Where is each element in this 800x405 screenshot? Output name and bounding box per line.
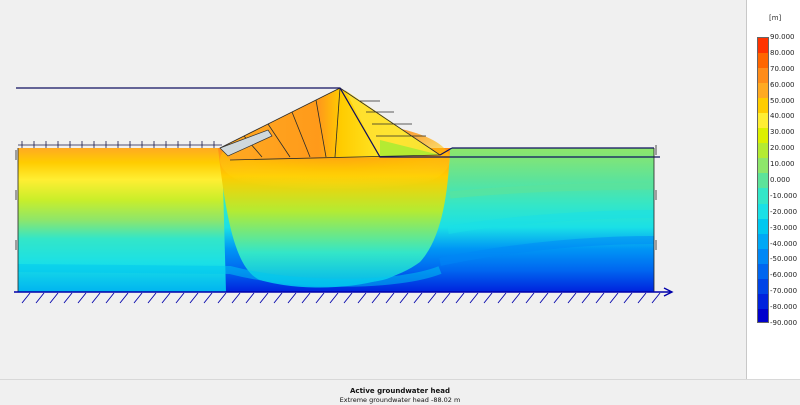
legend-label: 60.000 [770, 80, 795, 89]
legend-swatch [758, 308, 768, 322]
legend-label: -50.000 [770, 255, 798, 264]
caption-title: Active groundwater head [350, 387, 450, 395]
legend-swatch [758, 113, 768, 129]
legend-label: 70.000 [770, 64, 795, 73]
legend-label: 30.000 [770, 128, 795, 137]
legend-swatch [758, 38, 768, 54]
legend-label: -30.000 [770, 223, 798, 232]
legend-swatch [758, 128, 768, 144]
legend-swatch [758, 53, 768, 69]
legend-swatch [758, 68, 768, 84]
legend-label: -40.000 [770, 239, 798, 248]
legend-panel: [m] 90.000 80.000 70.000 60.000 50.000 40.000… [747, 0, 800, 379]
legend-label: -90.000 [770, 319, 798, 327]
legend-swatch [758, 158, 768, 174]
legend-label: 80.000 [770, 48, 795, 57]
surface-boundary [18, 141, 222, 148]
legend-label: 90.000 [770, 33, 795, 41]
legend-swatch [758, 173, 768, 189]
legend-swatch [758, 278, 768, 294]
legend-swatch [758, 98, 768, 114]
caption-area: Active groundwater head Extreme groundwa… [0, 379, 800, 405]
legend-label: -20.000 [770, 207, 798, 216]
legend-label: -60.000 [770, 271, 798, 280]
legend-label: 20.000 [770, 144, 795, 153]
legend-swatch [758, 188, 768, 204]
legend-swatch [758, 143, 768, 159]
legend-label: -10.000 [770, 191, 798, 200]
legend-label: -70.000 [770, 287, 798, 296]
legend-swatch [758, 263, 768, 279]
legend-swatch [758, 218, 768, 234]
model-viewport[interactable] [0, 0, 746, 379]
legend-swatch [758, 203, 768, 219]
dam-embankment [219, 87, 441, 161]
legend-swatch [758, 293, 768, 309]
legend-label: 10.000 [770, 160, 795, 169]
legend-color-bar [757, 37, 769, 323]
groundwater-head-plot [14, 87, 674, 304]
legend-label: 0.000 [770, 176, 791, 184]
caption-subtitle: Extreme groundwater head -88.02 m [339, 396, 461, 404]
legend-swatch [758, 83, 768, 99]
legend-label: 50.000 [770, 96, 795, 105]
legend-unit: [m] [769, 14, 782, 22]
legend-swatch [758, 233, 768, 249]
legend-label: 40.000 [770, 112, 795, 121]
legend-swatch [758, 248, 768, 264]
legend-label: -80.000 [770, 303, 798, 312]
